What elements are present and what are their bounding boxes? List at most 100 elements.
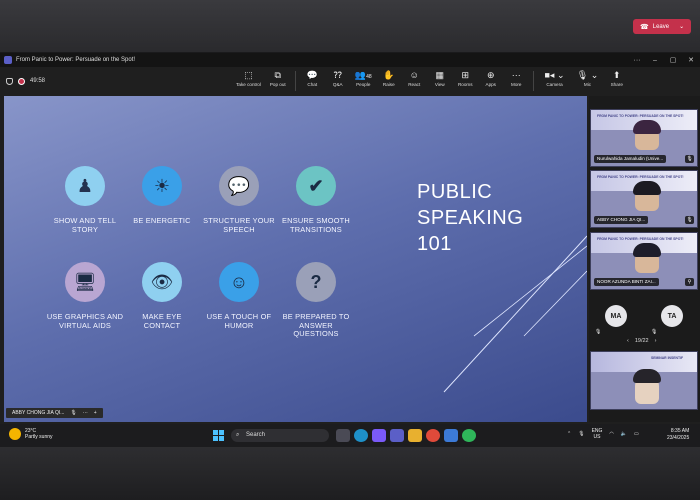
window-title: From Panic to Power: Persuade on the Spo… [16, 57, 136, 63]
tip-answer-questions: ? BE PREPARED TO ANSWER QUESTIONS [277, 262, 355, 339]
tip-eye-contact: 👁 MAKE EYE CONTACT [123, 262, 201, 330]
pinned-apps [336, 429, 476, 442]
chevron-right-icon[interactable]: › [655, 338, 657, 344]
pin-icon: ⚲ [685, 278, 694, 286]
speaker-icon[interactable]: 🔈 [621, 431, 627, 437]
more-icon[interactable]: ··· [83, 410, 88, 416]
title-bar: From Panic to Power: Persuade on the Spo… [0, 53, 700, 67]
wallpaper-top [0, 0, 700, 52]
task-view-icon[interactable] [336, 429, 350, 442]
weather-widget[interactable]: 23°C Partly sunny [9, 428, 53, 440]
store-icon[interactable] [444, 429, 458, 442]
chat-button[interactable]: 💬 Chat [300, 69, 326, 91]
participant-tile[interactable]: FROM PANIC TO POWER: PERSUADE ON THE SPO… [590, 232, 698, 290]
chrome-icon[interactable] [426, 429, 440, 442]
avatar[interactable]: MA [605, 305, 627, 327]
more-options-icon[interactable]: ··· [628, 57, 646, 64]
meeting-timer: 49:58 [6, 77, 46, 85]
camera-button[interactable]: ■◂ ⌄ Camera [538, 69, 571, 91]
whatsapp-icon[interactable] [462, 429, 476, 442]
file-explorer-icon[interactable] [408, 429, 422, 442]
slide-decoration-lines [443, 235, 587, 393]
search-icon: ⌕ [236, 432, 240, 438]
teams-icon[interactable] [390, 429, 404, 442]
view-button[interactable]: ▦ View [427, 69, 453, 91]
react-button[interactable]: ☺ React [402, 69, 428, 91]
shield-icon [6, 77, 13, 85]
share-icon: ⬆ [612, 70, 621, 80]
tip-smooth-transitions: ✔ ENSURE SMOOTH TRANSITIONS [277, 166, 355, 234]
apps-icon: ⊕ [486, 70, 495, 80]
participant-tile[interactable]: FROM PANIC TO POWER: PERSUADE ON THE SPO… [590, 109, 698, 167]
wifi-icon[interactable]: ◠ [609, 431, 613, 437]
smiley-icon: ☺ [219, 262, 259, 302]
shared-slide: ♟ SHOW AND TELL STORY ☀ BE ENERGETIC 💬 S… [4, 96, 587, 422]
participants-panel: FROM PANIC TO POWER: PERSUADE ON THE SPO… [589, 96, 700, 422]
participant-hair [633, 369, 661, 383]
close-icon[interactable]: ✕ [682, 56, 700, 64]
recording-icon [18, 77, 25, 85]
avatar[interactable]: TA [661, 305, 683, 327]
rooms-button[interactable]: ⊞ Rooms [453, 69, 479, 91]
toolbar-divider [533, 71, 534, 91]
mic-button[interactable]: 🎙 ⌄ Mic [571, 69, 604, 91]
battery-icon[interactable]: ▭ [634, 431, 639, 437]
participant-name: ABBY CHONG JIA QI... [594, 216, 649, 224]
pager: ‹ 19/22 › [627, 338, 657, 344]
leave-button[interactable]: ☎ Leave ⌄ [633, 19, 691, 34]
checkmark-icon: ✔ [296, 166, 336, 206]
toolbar-actions: ⬚ Take control ⧉ Pop out 💬 Chat ⁇ Q&A 👥48 Peo… [232, 69, 630, 91]
chevron-left-icon[interactable]: ‹ [627, 338, 629, 344]
tip-be-energetic: ☀ BE ENERGETIC [123, 166, 201, 226]
language-indicator[interactable]: ENG US [592, 428, 603, 440]
system-tray: ⌃ 🎙 ENG US ◠ 🔈 ▭ [567, 428, 639, 440]
raise-hand-icon: ✋ [383, 70, 395, 80]
minimize-icon[interactable]: – [646, 57, 664, 64]
participant-tile[interactable]: FROM PANIC TO POWER: PERSUADE ON THE SPO… [590, 170, 698, 228]
tip-structure-speech: 💬 STRUCTURE YOUR SPEECH [200, 166, 278, 234]
participant-name: NOOR AZUNDA BINTI ZAI... [594, 278, 659, 286]
taskbar-search[interactable]: ⌕ Search [231, 429, 329, 442]
elapsed-time: 49:58 [30, 78, 46, 84]
copilot-icon[interactable] [372, 429, 386, 442]
sun-icon: ☀ [142, 166, 182, 206]
rooms-icon: ⊞ [461, 70, 470, 80]
share-button[interactable]: ⬆ Share [604, 69, 630, 91]
pop-out-icon: ⧉ [274, 70, 281, 80]
camera-icon: ■◂ ⌄ [544, 70, 565, 80]
mic-icon: 🎙 [685, 216, 694, 224]
take-control-button[interactable]: ⬚ Take control [232, 69, 265, 91]
tip-show-and-tell: ♟ SHOW AND TELL STORY [46, 166, 124, 234]
participant-name: Nurulwahida Jamaludin (Unive... [594, 155, 667, 163]
qa-button[interactable]: ⁇ Q&A [325, 69, 351, 91]
mic-icon[interactable]: 🎙 [578, 431, 584, 437]
eye-icon: 👁 [142, 262, 182, 302]
clock[interactable]: 8:35 AM 23/4/2025 [667, 428, 689, 442]
more-button[interactable]: ··· More [504, 69, 530, 91]
teams-app-icon [4, 56, 12, 64]
chevron-down-icon[interactable]: ⌄ [679, 23, 684, 30]
participant-tile[interactable]: SEMINAR INSENTIF [590, 351, 698, 410]
view-icon: ▦ [435, 70, 444, 80]
mic-icon: 🎙 [70, 410, 77, 416]
mic-icon: 🎙 [685, 155, 694, 163]
chevron-up-icon[interactable]: ⌃ [567, 431, 571, 437]
chat-icon: 💬 [306, 70, 318, 80]
raise-hand-button[interactable]: ✋ Raise [376, 69, 402, 91]
people-button[interactable]: 👥48 People [351, 69, 377, 91]
mic-icon: 🎙 [651, 329, 658, 335]
mic-icon: 🎙 [595, 329, 602, 335]
people-icon: 👥 [354, 70, 367, 80]
slide-title: PUBLIC SPEAKING 101 [417, 181, 524, 255]
toolbar-divider [294, 71, 296, 91]
monitor-icon: 🖥 [65, 262, 105, 302]
edge-icon[interactable] [354, 429, 368, 442]
start-button[interactable] [213, 430, 224, 441]
pop-out-button[interactable]: ⧉ Pop out [265, 69, 291, 91]
question-icon: ? [296, 262, 336, 302]
presenter-label: ABBY CHONG JIA QI... 🎙 ··· + [6, 408, 103, 418]
maximize-icon[interactable]: ▢ [664, 56, 682, 64]
apps-button[interactable]: ⊕ Apps [478, 69, 504, 91]
plus-icon[interactable]: + [94, 410, 97, 416]
participant-hijab [633, 120, 661, 134]
